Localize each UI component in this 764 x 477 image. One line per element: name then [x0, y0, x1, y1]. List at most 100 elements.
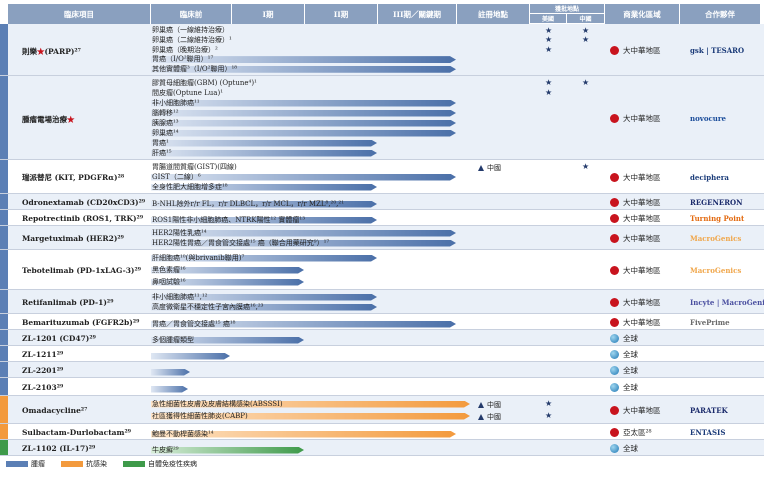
header-phase2: II期: [305, 4, 377, 24]
category-stripe: [0, 24, 8, 76]
indication-label: 其他實體瘤³（I/O²聯用）¹⁸: [152, 64, 238, 73]
program-name-text: Sulbactam-Durlobactam²⁹: [22, 428, 132, 437]
registration-location: 中國: [478, 400, 501, 410]
header-territory: 商業化區域: [605, 4, 679, 24]
indication-label: 非小細胞肺癌¹¹,¹²: [152, 292, 208, 301]
china-flag-icon: [610, 234, 619, 243]
partner-logo: Turning Point: [690, 213, 745, 223]
partner-logo: FivePrime: [690, 317, 730, 327]
program-row: ZL-1201 (CD47)²⁹ 多個腫瘤類型 全球: [0, 330, 764, 346]
program-name: Omadacycline²⁷: [22, 406, 87, 415]
infection-swatch: [61, 461, 83, 467]
oncology-swatch: [6, 461, 28, 467]
approved-us-star-icon: ★: [545, 45, 553, 54]
program-row: Sulbactam-Durlobactam²⁹ 鮑曼不動桿菌感染¹⁴ 亞太區²⁸ EN…: [0, 424, 764, 440]
program-name-text: Margetuximab (HER2)²⁹: [22, 234, 124, 243]
globe-icon: [610, 334, 619, 343]
china-flag-icon: [610, 173, 619, 182]
program-name: 瑞派替尼 (KIT, PDGFRα)²⁸: [22, 172, 124, 183]
progress-bar: [151, 140, 377, 147]
program-row: ZL-2201²⁹ 全球: [0, 362, 764, 378]
commercial-territory: 全球: [610, 365, 638, 376]
indication-label: HER2陽性胃癌／胃食管交接處¹⁵ 癌（聯合用藥研究⁹）¹⁷: [152, 238, 330, 247]
category-stripe: [0, 346, 8, 362]
program-name-text: Omadacycline²⁷: [22, 406, 88, 415]
pipeline-header: 臨床項目 臨床前 I期 II期 III期／關鍵期 註冊地點 獲批地點 美國 中國…: [0, 0, 764, 24]
header-locations: 獲批地點: [530, 4, 604, 13]
progress-bar: [151, 369, 190, 376]
commercial-territory: 亞太區²⁸: [610, 427, 652, 438]
china-flag-icon: [610, 298, 619, 307]
legend-oncology: 腫瘤: [6, 459, 45, 469]
partner-logo: deciphera: [690, 172, 729, 182]
program-name-text: ZL-1102 (IL-17)²⁹: [22, 444, 96, 453]
triangle-icon: [478, 164, 484, 171]
header-preclinical: 臨床前: [151, 4, 231, 24]
program-name-text: 則樂: [22, 47, 37, 56]
registration-location: 中國: [478, 163, 501, 173]
partner-logo: MacroGenics: [690, 265, 742, 275]
indication-label: 牛皮癬²⁹: [152, 445, 179, 454]
header-registration: 註冊地點: [457, 4, 529, 24]
program-name: ZL-2103²⁹: [22, 383, 63, 392]
commercial-territory: 全球: [610, 443, 638, 454]
commercial-territory: 大中華地區: [610, 297, 661, 308]
category-stripe: [0, 194, 8, 210]
indication-label: 肝癌¹⁵: [152, 148, 172, 157]
indication-label: ROS1陽性非小細胞肺癌、NTRK陽性¹² 實體瘤¹³: [152, 215, 306, 224]
category-stripe: [0, 378, 8, 396]
indication-label: 卵巢癌（晚期治療）²: [152, 45, 218, 54]
program-name: ZL-1201 (CD47)²⁹: [22, 334, 96, 343]
commercial-territory: 全球: [610, 333, 638, 344]
commercial-territory: 大中華地區: [610, 45, 661, 56]
program-row: Tebotelimab (PD-1xLAG-3)²⁹ 肝細胞癌¹⁰(與brivan…: [0, 250, 764, 290]
program-row: Odronextamab (CD20xCD3)²⁹ B-NHL除外r/r FL，r…: [0, 194, 764, 210]
partner-logo: REGENERON: [690, 197, 743, 207]
program-name-text: Tebotelimab (PD-1xLAG-3)²⁹: [22, 266, 142, 275]
china-flag-icon: [610, 266, 619, 275]
approved-us-star-icon: ★: [545, 25, 553, 35]
legend: 腫瘤 抗感染 自體免疫性疾病: [6, 458, 213, 470]
globe-icon: [610, 366, 619, 375]
indication-label: 間皮瘤(Optune Lua)¹: [152, 88, 224, 97]
row-background: [0, 440, 764, 456]
indication-label: 胃癌／胃食管交接處¹⁵ 癌¹⁸: [152, 319, 236, 328]
indication-label: 全身性肥大細胞增多症¹⁸: [152, 182, 228, 191]
row-divider: [0, 455, 764, 456]
china-flag-icon: [610, 214, 619, 223]
program-row: 瑞派替尼 (KIT, PDGFRα)²⁸ 胃腸道間質瘤(GIST)(四線) GIST…: [0, 160, 764, 194]
program-name: ZL-1211²⁹: [22, 350, 63, 359]
star-icon: ★: [67, 115, 75, 124]
row-background: [0, 378, 764, 396]
category-stripe: [0, 330, 8, 346]
category-stripe: [0, 210, 8, 226]
commercial-territory: 大中華地區: [610, 113, 661, 124]
indication-label: 急性細菌性皮膚及皮膚結構感染(ABSSSI): [152, 399, 283, 408]
indication-label: 腦轉移¹²: [152, 108, 179, 117]
header-phase1: I期: [232, 4, 304, 24]
program-name-text: Bemarituzumab (FGFR2b)²⁹: [22, 318, 140, 327]
program-name: ZL-1102 (IL-17)²⁹: [22, 444, 95, 453]
china-flag-icon: [610, 406, 619, 415]
globe-icon: [610, 383, 619, 392]
program-row: ZL-1102 (IL-17)²⁹ 牛皮癬²⁹ 全球: [0, 440, 764, 456]
program-name: Odronextamab (CD20xCD3)²⁹: [22, 198, 145, 207]
triangle-icon: [478, 401, 484, 408]
program-row: Bemarituzumab (FGFR2b)²⁹ 胃癌／胃食管交接處¹⁵ 癌¹⁸ 大…: [0, 314, 764, 330]
partner-logo: gsk | TESARO: [690, 45, 745, 55]
commercial-territory: 大中華地區: [610, 172, 661, 183]
partner-logo: novocure: [690, 113, 726, 123]
china-flag-icon: [610, 428, 619, 437]
approved-china-star-icon: ★: [582, 162, 590, 171]
program-name: 則樂★(PARP)²⁷: [22, 46, 81, 57]
progress-bar: [151, 110, 456, 117]
progress-bar: [151, 120, 456, 127]
program-name: Retifanlimab (PD-1)²⁹: [22, 298, 114, 307]
indication-label: 多個腫瘤類型: [152, 335, 194, 344]
program-name-text: ZL-1201 (CD47)²⁹: [22, 334, 96, 343]
header-phase3: III期／關鍵期: [378, 4, 456, 24]
approved-us-star-icon: ★: [545, 399, 553, 408]
category-stripe: [0, 226, 8, 250]
header-china: 中國: [567, 14, 604, 23]
china-flag-icon: [610, 114, 619, 123]
